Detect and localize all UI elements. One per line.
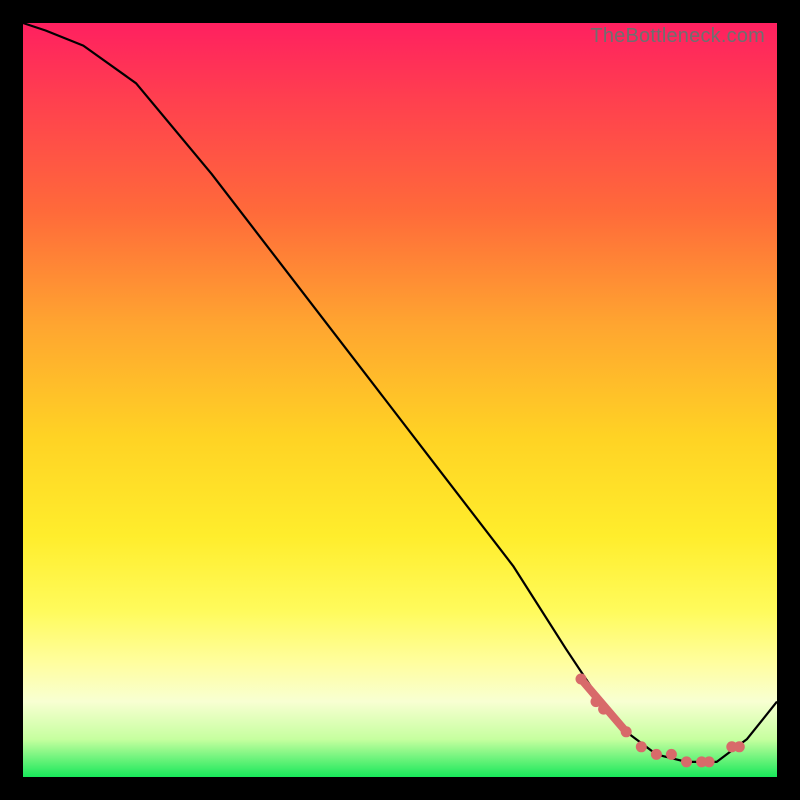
curve-svg	[23, 23, 777, 777]
highlight-dot	[598, 704, 609, 715]
highlight-dot	[636, 741, 647, 752]
highlight-dots	[576, 674, 745, 768]
highlight-dot	[666, 749, 677, 760]
highlight-dot	[576, 674, 587, 685]
chart-frame: TheBottleneck.com	[0, 0, 800, 800]
highlight-dot	[621, 726, 632, 737]
highlight-dot	[704, 756, 715, 767]
plot-area: TheBottleneck.com	[23, 23, 777, 777]
highlight-dot	[651, 749, 662, 760]
highlight-dot	[734, 741, 745, 752]
highlight-dot	[681, 756, 692, 767]
bottleneck-curve	[23, 23, 777, 762]
